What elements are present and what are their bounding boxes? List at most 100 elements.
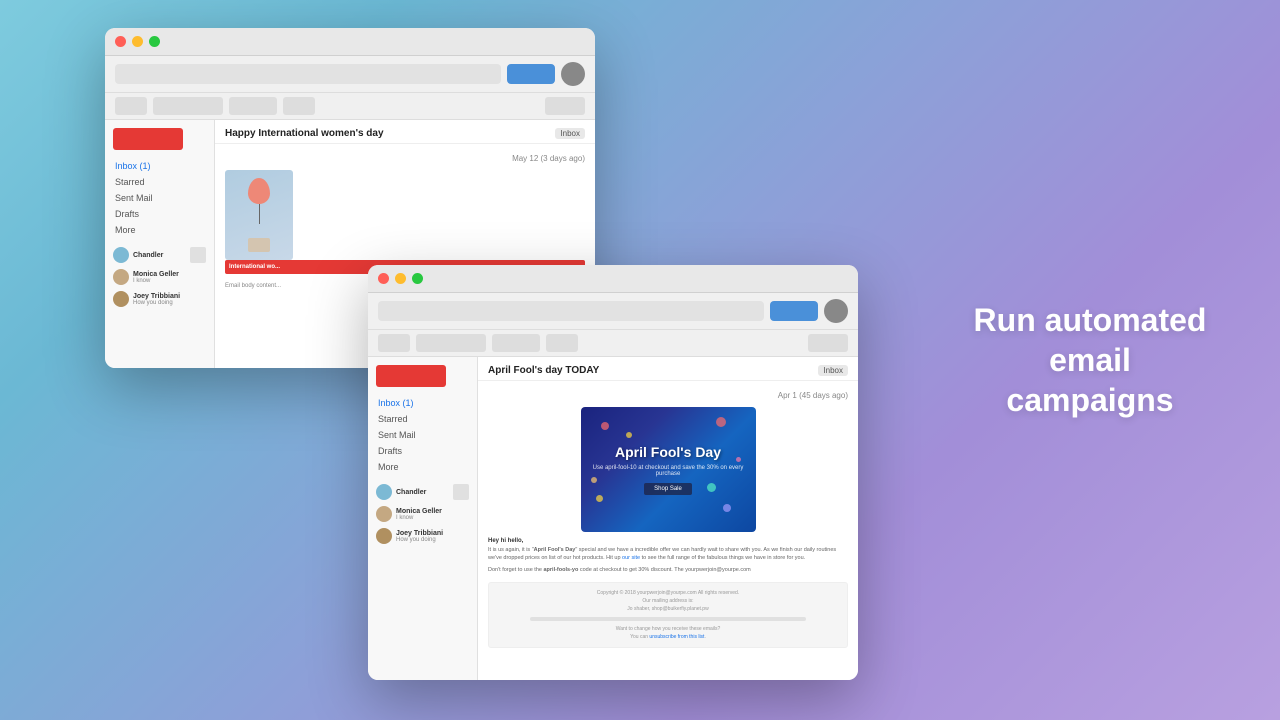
promo-text-block: Run automated email campaigns (960, 300, 1220, 420)
joey-preview-1: How you doing (133, 300, 206, 306)
confetti-1 (601, 422, 609, 430)
promo-line1: Run automated email (974, 302, 1207, 378)
close-dot-1[interactable] (115, 36, 126, 47)
email-subject-1: Happy International women's day (225, 128, 549, 139)
minimize-dot-2[interactable] (395, 273, 406, 284)
contact-monica-1[interactable]: Monica Geller I know (105, 266, 214, 288)
chandler-badge-1 (190, 247, 206, 263)
footer-text-2: Want to change how you receive these ema… (495, 625, 841, 641)
greeting: Hey hi hello, (488, 538, 848, 544)
sidebar-sent-1[interactable]: Sent Mail (105, 190, 214, 206)
search-bar-1[interactable] (115, 64, 501, 84)
tab-5[interactable] (545, 97, 585, 115)
tab-bar-1 (105, 93, 595, 120)
email-img-placeholder-1 (225, 170, 293, 260)
contact-joey-2[interactable]: Joey Tribbiani How you doing (368, 525, 477, 547)
footer-bar-1 (530, 617, 807, 621)
email-date-2: Apr 1 (45 days ago) (778, 391, 848, 400)
sidebar-drafts-2[interactable]: Drafts (368, 443, 477, 459)
tab-bar-2 (368, 330, 858, 357)
maximize-dot-2[interactable] (412, 273, 423, 284)
sidebar-inbox-1[interactable]: Inbox (1) (105, 158, 214, 174)
joey-avatar-2 (376, 528, 392, 544)
email-image-1: International wo... (215, 170, 595, 280)
chandler-name-1: Chandler (133, 252, 186, 259)
chair-shape (248, 238, 270, 252)
email-window-2: Inbox (1) Starred Sent Mail Drafts More … (368, 265, 858, 680)
monica-preview-1: I know (133, 278, 206, 284)
promo-heading: Run automated email campaigns (960, 300, 1220, 420)
sidebar-more-1[interactable]: More (105, 222, 214, 238)
chandler-avatar-2 (376, 484, 392, 500)
footer-text: Copyright © 2018 yourpwerjoin@yourpe.com… (495, 589, 841, 613)
tab2-3[interactable] (492, 334, 540, 352)
avatar-2[interactable] (824, 299, 848, 323)
email-layout-2: Inbox (1) Starred Sent Mail Drafts More … (368, 357, 858, 680)
promo-line2: campaigns (1006, 382, 1173, 418)
tab2-2[interactable] (416, 334, 486, 352)
tab2-5[interactable] (808, 334, 848, 352)
sidebar-inbox-2[interactable]: Inbox (1) (368, 395, 477, 411)
body-para-2: Don't forget to use the april-fools-yo c… (488, 566, 848, 574)
monica-name-1: Monica Geller (133, 271, 206, 278)
compose-btn-1[interactable] (507, 64, 555, 84)
april-email-image: April Fool's Day Use april-fool-10 at ch… (581, 407, 756, 532)
sidebar-2: Inbox (1) Starred Sent Mail Drafts More … (368, 357, 478, 680)
confetti-3 (716, 417, 726, 427)
sidebar-starred-2[interactable]: Starred (368, 411, 477, 427)
chandler-name-2: Chandler (396, 489, 449, 496)
close-dot-2[interactable] (378, 273, 389, 284)
tab2-4[interactable] (546, 334, 578, 352)
monica-avatar-2 (376, 506, 392, 522)
banner-text-1: International wo... (229, 264, 280, 270)
april-image-container: April Fool's Day Use april-fool-10 at ch… (478, 407, 858, 538)
confetti-8 (591, 477, 597, 483)
compose-button-1[interactable] (113, 128, 183, 150)
confetti-4 (596, 495, 603, 502)
monica-name-2: Monica Geller (396, 508, 469, 515)
toolbar-1 (105, 56, 595, 93)
title-bar-1 (105, 28, 595, 56)
email-subject-2: April Fool's day TODAY (488, 365, 812, 376)
maximize-dot-1[interactable] (149, 36, 160, 47)
email-footer-2: Copyright © 2018 yourpwerjoin@yourpe.com… (478, 578, 858, 652)
email-body-2: Hey hi hello, It is us again, it is "Apr… (478, 538, 858, 578)
contact-monica-2[interactable]: Monica Geller I know (368, 503, 477, 525)
sidebar-starred-1[interactable]: Starred (105, 174, 214, 190)
april-title: April Fool's Day (615, 444, 721, 461)
title-bar-2 (368, 265, 858, 293)
joey-avatar-1 (113, 291, 129, 307)
email-date-1: May 12 (3 days ago) (512, 154, 585, 163)
tab2-1[interactable] (378, 334, 410, 352)
joey-preview-2: How you doing (396, 537, 469, 543)
confetti-2 (626, 432, 632, 438)
email-header-1: Happy International women's day Inbox (215, 120, 595, 144)
tab-3[interactable] (229, 97, 277, 115)
tab-2[interactable] (153, 97, 223, 115)
search-bar-2[interactable] (378, 301, 764, 321)
avatar-1[interactable] (561, 62, 585, 86)
email-content-2: April Fool's day TODAY Inbox Apr 1 (45 d… (478, 357, 858, 680)
minimize-dot-1[interactable] (132, 36, 143, 47)
monica-avatar-1 (113, 269, 129, 285)
tab-4[interactable] (283, 97, 315, 115)
chandler-avatar-1 (113, 247, 129, 263)
joey-name-1: Joey Tribbiani (133, 293, 206, 300)
sidebar-drafts-1[interactable]: Drafts (105, 206, 214, 222)
tab-1[interactable] (115, 97, 147, 115)
compose-button-2[interactable] (376, 365, 446, 387)
contact-chandler-1[interactable]: Chandler (105, 244, 214, 266)
balloon-icon (248, 178, 270, 204)
contact-joey-1[interactable]: Joey Tribbiani How you doing (105, 288, 214, 310)
joey-name-2: Joey Tribbiani (396, 530, 469, 537)
confetti-7 (707, 483, 716, 492)
inbox-badge-1: Inbox (555, 128, 585, 139)
chandler-badge-2 (453, 484, 469, 500)
body-para-1: It is us again, it is "April Fool's Day"… (488, 546, 848, 563)
toolbar-2 (368, 293, 858, 330)
sidebar-more-2[interactable]: More (368, 459, 477, 475)
contact-chandler-2[interactable]: Chandler (368, 481, 477, 503)
sidebar-sent-2[interactable]: Sent Mail (368, 427, 477, 443)
april-shop-btn[interactable]: Shop Sale (644, 483, 692, 495)
compose-btn-2[interactable] (770, 301, 818, 321)
